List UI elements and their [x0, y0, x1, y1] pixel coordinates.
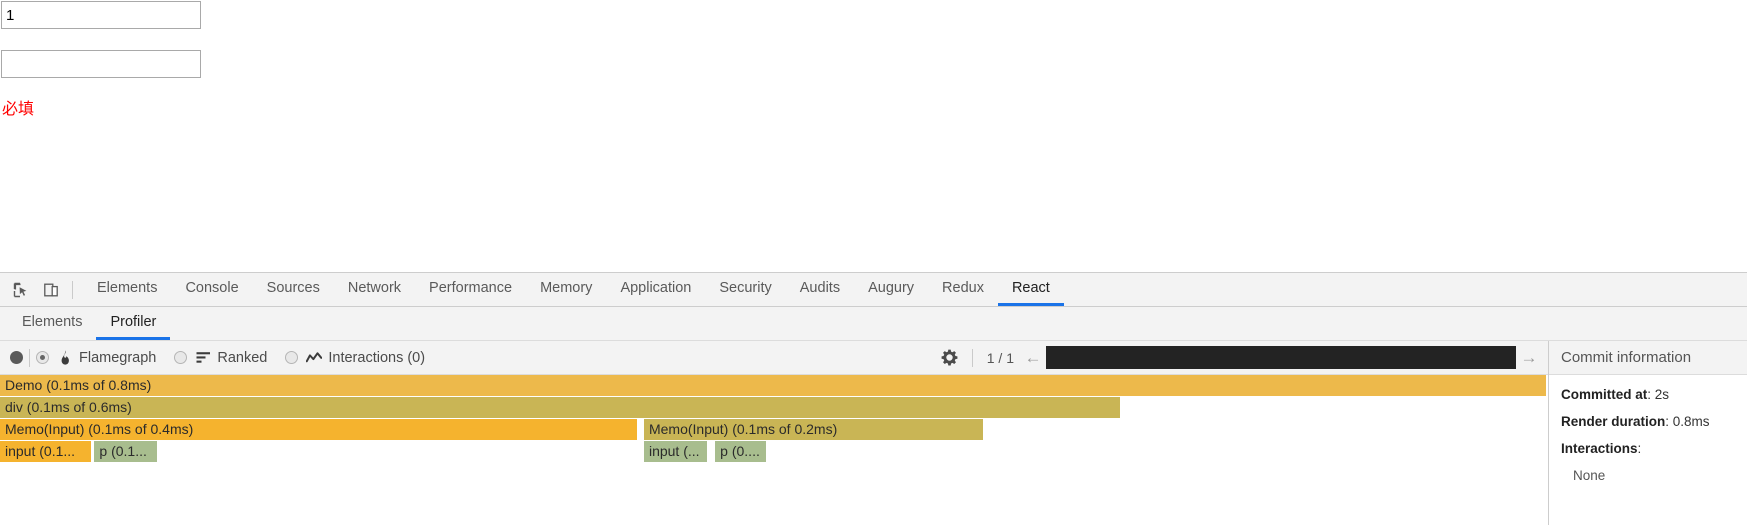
second-input[interactable]	[1, 50, 201, 78]
snapshot-counter: 1 / 1	[986, 349, 1014, 366]
tab-label: React	[1011, 280, 1050, 296]
react-sub-tabbar: Elements Profiler	[0, 307, 1747, 341]
gear-icon[interactable]	[938, 349, 962, 366]
tab-label: Elements	[97, 280, 158, 296]
previous-commit-button[interactable]: ←	[1022, 348, 1044, 368]
commit-bar[interactable]	[1046, 346, 1516, 369]
tab-elements[interactable]: Elements	[83, 273, 171, 306]
sub-tab-label: Elements	[22, 314, 83, 330]
toolbar-divider	[29, 348, 30, 367]
sidebar-content: Committed at: 2s Render duration: 0.8ms …	[1549, 375, 1747, 483]
tab-audits[interactable]: Audits	[786, 273, 854, 306]
flamegraph-bar[interactable]: input (0.1...	[0, 441, 93, 462]
tab-memory[interactable]: Memory	[526, 273, 606, 306]
profiler-toolbar: Flamegraph Ranked Interactions (0) 1 / 1…	[0, 341, 1548, 375]
interactions-value: None	[1573, 468, 1606, 483]
interactions-label: Interactions (0)	[328, 349, 426, 366]
flamegraph-bar[interactable]: input (...	[643, 441, 709, 462]
flamegraph-row: input (0.1... p (0.1... input (... p (0....	[0, 441, 1548, 463]
sub-tab-label: Profiler	[110, 314, 157, 330]
flamegraph-row: Demo (0.1ms of 0.8ms)	[0, 375, 1548, 397]
tab-label: Audits	[799, 280, 841, 296]
ranked-radio[interactable]	[174, 351, 188, 364]
profiler-main-area: Flamegraph Ranked Interactions (0) 1 / 1…	[0, 341, 1548, 525]
tab-console[interactable]: Console	[171, 273, 252, 306]
render-duration-row: Render duration: 0.8ms	[1561, 414, 1710, 429]
view-mode-flamegraph[interactable]: Flamegraph	[36, 350, 156, 366]
render-duration-label: Render duration	[1561, 414, 1666, 429]
devtools-panel: Elements Console Sources Network Perform…	[0, 272, 1747, 525]
committed-at-row: Committed at: 2s	[1561, 387, 1670, 402]
sub-tab-profiler[interactable]: Profiler	[96, 307, 171, 340]
tab-redux[interactable]: Redux	[928, 273, 998, 306]
view-mode-interactions[interactable]: Interactions (0)	[285, 350, 425, 366]
view-mode-ranked[interactable]: Ranked	[174, 350, 267, 366]
tab-security[interactable]: Security	[705, 273, 785, 306]
flamegraph-bar[interactable]: p (0....	[715, 441, 768, 462]
tab-label: Memory	[540, 280, 593, 296]
flamegraph-row: div (0.1ms of 0.6ms)	[0, 397, 1548, 419]
tab-label: Redux	[942, 280, 984, 296]
commit-information-sidebar: Commit information Committed at: 2s Rend…	[1548, 341, 1747, 525]
inspect-element-icon[interactable]	[6, 282, 36, 298]
validation-message: 必填	[2, 101, 35, 118]
first-input[interactable]	[1, 1, 201, 29]
tab-label: Sources	[266, 280, 320, 296]
committed-at-value: 2s	[1654, 387, 1670, 402]
toolbar-divider	[72, 280, 73, 299]
flamegraph-chart[interactable]: Demo (0.1ms of 0.8ms) div (0.1ms of 0.6ms…	[0, 375, 1548, 525]
tab-label: Network	[347, 280, 402, 296]
sub-tab-elements[interactable]: Elements	[8, 307, 96, 340]
flame-icon	[57, 350, 73, 365]
render-duration-value: 0.8ms	[1672, 414, 1710, 429]
tab-sources[interactable]: Sources	[253, 273, 334, 306]
ranked-bars-icon	[195, 351, 211, 364]
interactions-label: Interactions	[1561, 441, 1638, 456]
flamegraph-radio[interactable]	[36, 351, 49, 364]
tab-label: Augury	[868, 280, 915, 296]
tab-label: Security	[719, 280, 772, 296]
devtools-icon-group	[0, 273, 83, 306]
tab-label: Application	[620, 280, 692, 296]
tab-augury[interactable]: Augury	[854, 273, 928, 306]
toolbar-divider	[971, 348, 973, 367]
tab-performance[interactable]: Performance	[415, 273, 526, 306]
flamegraph-label: Flamegraph	[79, 349, 157, 366]
record-button[interactable]	[10, 351, 23, 364]
flamegraph-bar[interactable]: Demo (0.1ms of 0.8ms)	[0, 375, 1548, 396]
interactions-row: Interactions:	[1561, 441, 1642, 456]
tab-label: Console	[185, 280, 239, 296]
tab-network[interactable]: Network	[334, 273, 415, 306]
flamegraph-bar[interactable]: div (0.1ms of 0.6ms)	[0, 397, 1123, 418]
commit-selector[interactable]	[1044, 346, 1518, 369]
flamegraph-bar[interactable]: Memo(Input) (0.1ms of 0.4ms)	[0, 419, 640, 440]
flamegraph-bar[interactable]: Memo(Input) (0.1ms of 0.2ms)	[643, 419, 985, 440]
ranked-label: Ranked	[217, 349, 268, 366]
tab-react[interactable]: React	[997, 273, 1064, 306]
web-page-content: 必填	[0, 0, 1747, 272]
tab-application[interactable]: Application	[606, 273, 705, 306]
flamegraph-bar[interactable]: p (0.1...	[94, 441, 160, 462]
tab-label: Performance	[429, 280, 513, 296]
interactions-line-icon	[306, 351, 323, 364]
interactions-radio[interactable]	[285, 351, 299, 364]
profiler-body: Flamegraph Ranked Interactions (0) 1 / 1…	[0, 341, 1747, 525]
flamegraph-row: Memo(Input) (0.1ms of 0.4ms) Memo(Input) …	[0, 419, 1548, 441]
next-commit-button[interactable]: →	[1518, 348, 1540, 368]
devtools-main-tabbar: Elements Console Sources Network Perform…	[0, 273, 1747, 307]
committed-at-label: Committed at	[1561, 387, 1648, 402]
device-toolbar-icon[interactable]	[36, 282, 66, 298]
sidebar-title: Commit information	[1549, 341, 1747, 375]
